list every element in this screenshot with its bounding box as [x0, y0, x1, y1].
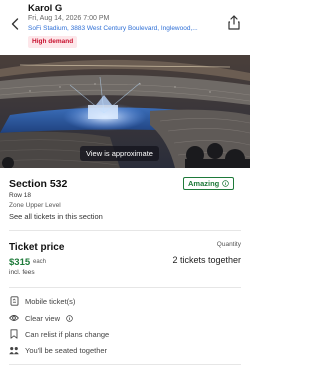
price-unit: each: [33, 259, 47, 265]
fees-note: incl. fees: [9, 269, 35, 276]
bookmark-icon: [9, 329, 19, 339]
rating-label: Amazing: [188, 179, 220, 188]
event-date: Fri, Aug 14, 2026 7:00 PM: [28, 15, 110, 22]
zone-label: Zone Upper Level: [9, 202, 61, 209]
price-heading: Ticket price: [9, 242, 65, 253]
section-title: Section 532: [9, 178, 68, 190]
feature-clear-view: Clear view: [9, 312, 73, 324]
price-value: $315: [9, 257, 31, 268]
mobile-ticket-icon: [9, 296, 19, 306]
chevron-left-icon: [11, 18, 19, 30]
see-all-tickets-link[interactable]: See all tickets in this section: [9, 212, 103, 221]
venue-link[interactable]: SoFi Stadium, 3883 West Century Boulevar…: [28, 25, 222, 32]
feature-mobile-ticket: Mobile ticket(s): [9, 295, 75, 307]
feature-label: Can relist if plans change: [25, 329, 110, 339]
info-icon[interactable]: [66, 314, 73, 322]
divider: [9, 230, 241, 231]
event-title: Karol G: [28, 3, 63, 14]
eye-icon: [9, 313, 19, 323]
demand-badge: High demand: [28, 36, 78, 48]
feature-seated-together: You'll be seated together: [9, 344, 107, 356]
feature-label: Mobile ticket(s): [25, 296, 76, 306]
row-label: Row 18: [9, 192, 32, 199]
quantity-label: Quantity: [216, 241, 241, 248]
deal-rating-badge[interactable]: Amazing: [183, 177, 235, 190]
share-icon: [228, 14, 240, 30]
event-header: Karol G Fri, Aug 14, 2026 7:00 PM SoFi S…: [0, 0, 250, 55]
divider: [9, 364, 241, 365]
seat-view-image[interactable]: View is approximate: [0, 55, 250, 168]
divider: [9, 287, 241, 288]
feature-label: You'll be seated together: [25, 345, 108, 355]
quantity-value[interactable]: 2 tickets together: [172, 255, 241, 265]
info-icon: [222, 180, 230, 187]
share-button[interactable]: [226, 12, 242, 32]
feature-relist: Can relist if plans change: [9, 328, 109, 340]
view-disclaimer-caption: View is approximate: [80, 146, 159, 161]
ticket-detail-page: Karol G Fri, Aug 14, 2026 7:00 PM SoFi S…: [0, 0, 250, 368]
group-icon: [9, 345, 19, 355]
feature-label: Clear view: [25, 313, 61, 323]
back-button[interactable]: [8, 14, 22, 34]
